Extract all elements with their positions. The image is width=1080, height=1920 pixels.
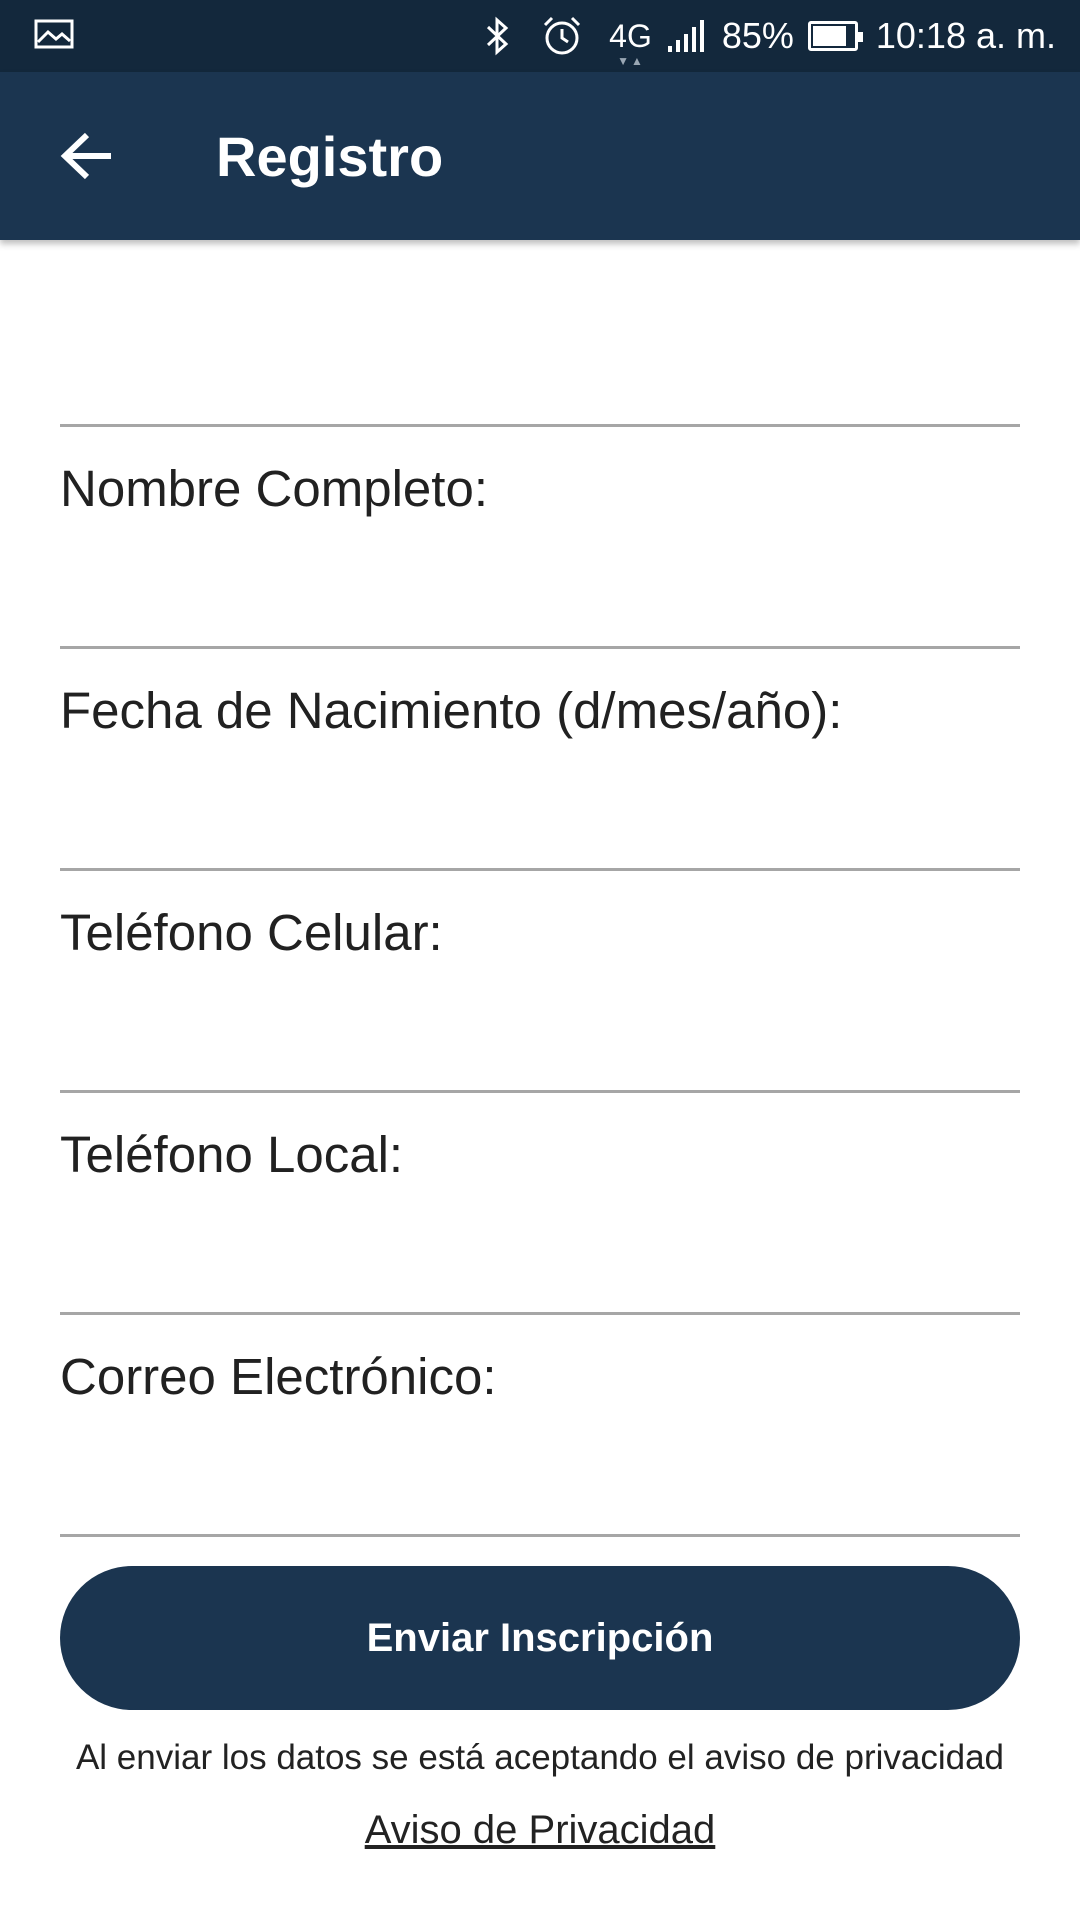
page-title: Registro (216, 125, 444, 188)
alarm-icon (541, 15, 583, 57)
battery-percent: 85% (721, 15, 794, 56)
birth-date-input[interactable] (60, 759, 1020, 859)
privacy-link[interactable]: Aviso de Privacidad (365, 1808, 716, 1852)
field-label: Nombre Completo: (60, 460, 488, 517)
field-label: Fecha de Nacimiento (d/mes/año): (60, 682, 843, 739)
local-phone-field[interactable]: Teléfono Local: (60, 1093, 1020, 1315)
mobile-phone-input[interactable] (60, 981, 1020, 1081)
full-name-field[interactable]: Nombre Completo: (60, 427, 1020, 649)
field-divider (60, 1534, 1020, 1537)
privacy-link-wrapper: Aviso de Privacidad (0, 1808, 1080, 1853)
field-label: Teléfono Celular: (60, 904, 443, 961)
battery-icon (807, 21, 863, 51)
full-name-input[interactable] (60, 537, 1020, 637)
app-bar: Registro (0, 72, 1080, 240)
network-type-indicator: 4G ▼▲ (609, 17, 652, 68)
email-field[interactable]: Correo Electrónico: (60, 1315, 1020, 1537)
back-button[interactable] (52, 124, 122, 188)
gallery-notification-icon (34, 18, 74, 55)
bluetooth-icon (483, 16, 513, 56)
arrow-left-icon (60, 132, 111, 180)
registration-form: Nombre Completo: Fecha de Nacimiento (d/… (60, 424, 1020, 1537)
status-time: 10:18 a. m. (875, 15, 1056, 56)
signal-strength-icon (666, 18, 708, 54)
local-phone-input[interactable] (60, 1203, 1020, 1303)
submit-registration-button[interactable]: Enviar Inscripción (60, 1566, 1020, 1710)
status-bar: 4G ▼▲ 85% 10:18 a. m. (0, 0, 1080, 72)
field-label: Correo Electrónico: (60, 1348, 497, 1405)
birth-date-field[interactable]: Fecha de Nacimiento (d/mes/año): (60, 649, 1020, 871)
mobile-phone-field[interactable]: Teléfono Celular: (60, 871, 1020, 1093)
field-label: Teléfono Local: (60, 1126, 404, 1183)
email-input[interactable] (60, 1425, 1020, 1525)
privacy-notice-text: Al enviar los datos se está aceptando el… (75, 1738, 1005, 1777)
